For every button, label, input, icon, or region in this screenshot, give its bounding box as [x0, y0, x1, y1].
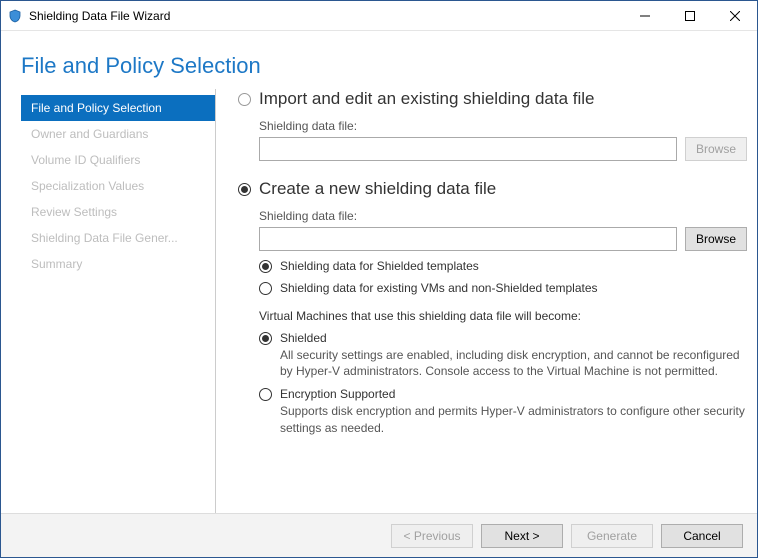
content-panel: Import and edit an existing shielding da…: [216, 89, 757, 513]
step-file-and-policy-selection[interactable]: File and Policy Selection: [21, 95, 215, 121]
cancel-button[interactable]: Cancel: [661, 524, 743, 548]
step-specialization-values: Specialization Values: [21, 173, 215, 199]
generate-button: Generate: [571, 524, 653, 548]
previous-button: < Previous: [391, 524, 473, 548]
radio-import[interactable]: [238, 93, 251, 106]
option-create-title: Create a new shielding data file: [259, 179, 496, 199]
label-template-shielded: Shielding data for Shielded templates: [280, 259, 747, 273]
maximize-button[interactable]: [667, 1, 712, 31]
page-title: File and Policy Selection: [21, 53, 737, 79]
step-volume-id-qualifiers: Volume ID Qualifiers: [21, 147, 215, 173]
label-template-nonshielded: Shielding data for existing VMs and non-…: [280, 281, 747, 295]
wizard-steps-sidebar: File and Policy Selection Owner and Guar…: [21, 89, 216, 513]
create-file-label: Shielding data file:: [259, 209, 747, 223]
radio-create[interactable]: [238, 183, 251, 196]
titlebar: Shielding Data File Wizard: [1, 1, 757, 31]
desc-policy-shielded: All security settings are enabled, inclu…: [280, 347, 747, 379]
window-title: Shielding Data File Wizard: [29, 9, 170, 23]
radio-policy-encryption[interactable]: [259, 388, 272, 401]
import-file-input[interactable]: [259, 137, 677, 161]
create-browse-button[interactable]: Browse: [685, 227, 747, 251]
radio-template-nonshielded[interactable]: [259, 282, 272, 295]
create-file-input[interactable]: [259, 227, 677, 251]
radio-template-shielded[interactable]: [259, 260, 272, 273]
step-summary: Summary: [21, 251, 215, 277]
page-header: File and Policy Selection: [1, 31, 757, 89]
label-policy-encryption: Encryption Supported: [280, 387, 747, 401]
wizard-footer: < Previous Next > Generate Cancel: [1, 513, 757, 557]
app-icon: [7, 8, 23, 24]
step-review-settings: Review Settings: [21, 199, 215, 225]
option-create-group: Create a new shielding data file Shieldi…: [238, 179, 747, 436]
import-browse-button: Browse: [685, 137, 747, 161]
option-import-title: Import and edit an existing shielding da…: [259, 89, 594, 109]
close-button[interactable]: [712, 1, 757, 31]
radio-policy-shielded[interactable]: [259, 332, 272, 345]
desc-policy-encryption: Supports disk encryption and permits Hyp…: [280, 403, 747, 435]
minimize-button[interactable]: [622, 1, 667, 31]
vm-policy-note: Virtual Machines that use this shielding…: [259, 309, 747, 323]
label-policy-shielded: Shielded: [280, 331, 747, 345]
import-file-label: Shielding data file:: [259, 119, 747, 133]
body: File and Policy Selection Owner and Guar…: [1, 89, 757, 513]
wizard-window: Shielding Data File Wizard File and Poli…: [0, 0, 758, 558]
option-import-group: Import and edit an existing shielding da…: [238, 89, 747, 161]
step-owner-and-guardians: Owner and Guardians: [21, 121, 215, 147]
step-shielding-data-file-generation: Shielding Data File Gener...: [21, 225, 215, 251]
next-button[interactable]: Next >: [481, 524, 563, 548]
